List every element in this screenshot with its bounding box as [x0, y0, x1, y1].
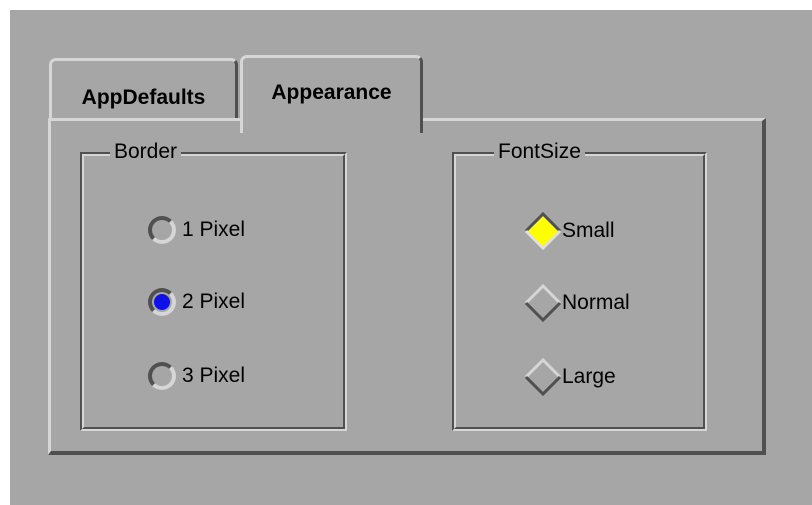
tab-appearance-label: Appearance: [271, 80, 392, 104]
radio-button-icon: [148, 216, 176, 244]
fontsize-group: FontSize Small Normal Large: [452, 138, 707, 431]
tab-appdefaults-label: AppDefaults: [81, 85, 206, 109]
option-large[interactable]: Large: [524, 358, 616, 396]
radio-button-selected-icon: [148, 288, 176, 316]
diamond-icon: [524, 358, 562, 396]
radio-2-pixel[interactable]: 2 Pixel: [148, 288, 245, 316]
diamond-selected-icon: [524, 212, 562, 250]
radio-3-pixel-label: 3 Pixel: [182, 364, 246, 387]
radio-button-icon: [148, 362, 176, 390]
option-small-label: Small: [562, 219, 615, 242]
border-group: Border 1 Pixel 2 Pixel 3 Pixel: [80, 138, 347, 431]
tab-appearance[interactable]: Appearance: [240, 55, 423, 133]
option-small[interactable]: Small: [524, 212, 615, 250]
radio-3-pixel[interactable]: 3 Pixel: [148, 362, 245, 390]
option-large-label: Large: [562, 365, 616, 388]
radio-1-pixel[interactable]: 1 Pixel: [148, 216, 245, 244]
fontsize-group-title: FontSize: [494, 138, 585, 166]
radio-2-pixel-label: 2 Pixel: [182, 290, 246, 313]
radio-dot-icon: [154, 294, 170, 310]
option-normal[interactable]: Normal: [524, 284, 630, 322]
border-group-title: Border: [110, 138, 182, 166]
radio-1-pixel-label: 1 Pixel: [182, 218, 246, 241]
option-normal-label: Normal: [562, 291, 630, 314]
diamond-icon: [524, 284, 562, 322]
